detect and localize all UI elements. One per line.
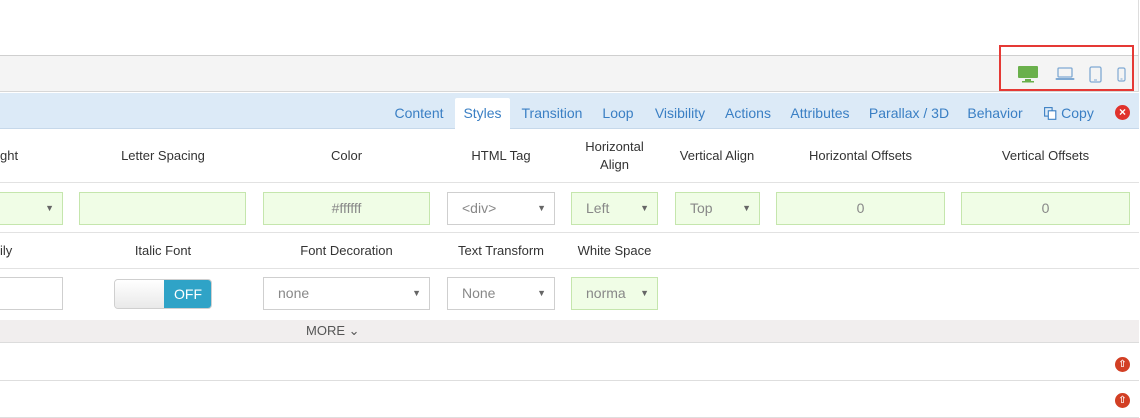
copy-icon — [1044, 100, 1057, 131]
letter-spacing-label: Letter Spacing — [121, 148, 205, 163]
list-row — [0, 343, 1139, 381]
font-decoration-select[interactable]: none ▼ — [263, 277, 430, 310]
color-input[interactable]: #ffffff — [263, 192, 430, 225]
vertical-offsets-input[interactable]: 0 — [961, 192, 1130, 225]
vertical-align-select[interactable]: Top ▼ — [675, 192, 760, 225]
horizontal-align-label-line2: Align — [600, 157, 629, 172]
white-space-label: White Space — [577, 243, 652, 258]
tab-copy[interactable]: Copy — [1040, 98, 1098, 129]
chevron-down-icon: ▼ — [412, 288, 421, 298]
more-bar — [0, 320, 1139, 343]
more-button[interactable]: MORE ⌄ — [306, 322, 360, 340]
italic-font-toggle[interactable]: OFF — [114, 279, 212, 309]
device-toolbar — [0, 56, 1139, 92]
font-family-input[interactable] — [0, 277, 63, 310]
text-transform-select[interactable]: None ▼ — [447, 277, 555, 310]
italic-font-label: Italic Font — [134, 243, 192, 258]
list-row — [0, 381, 1139, 418]
vertical-offsets-label: Vertical Offsets — [1001, 148, 1090, 163]
text-transform-label: Text Transform — [458, 243, 544, 258]
vertical-align-label: Vertical Align — [679, 148, 755, 163]
horizontal-offsets-label: Horizontal Offsets — [808, 148, 913, 163]
tablet-icon[interactable] — [1087, 64, 1103, 84]
mobile-icon[interactable] — [1114, 64, 1128, 84]
chevron-down-icon: ▼ — [537, 203, 546, 213]
horizontal-align-label-line1: Horizontal — [585, 139, 644, 154]
tab-visibility[interactable]: Visibility — [651, 98, 709, 129]
chevron-down-icon: ▼ — [45, 203, 54, 213]
white-space-select[interactable]: norma ▼ — [571, 277, 658, 310]
move-up-icon[interactable]: ⇧ — [1115, 357, 1130, 372]
chevron-down-icon: ▼ — [537, 288, 546, 298]
chevron-down-icon: ▼ — [742, 203, 751, 213]
tab-content[interactable]: Content — [388, 98, 450, 129]
laptop-icon[interactable] — [1053, 64, 1077, 84]
tab-styles[interactable]: Styles — [455, 98, 510, 129]
canvas-top-area — [0, 0, 1139, 56]
chevron-down-icon: ▼ — [640, 203, 649, 213]
font-weight-label: ght — [0, 148, 19, 163]
toggle-knob — [115, 280, 165, 308]
html-tag-label: HTML Tag — [471, 148, 531, 163]
tab-transition[interactable]: Transition — [518, 98, 586, 129]
letter-spacing-input[interactable] — [79, 192, 246, 225]
font-decoration-label: Font Decoration — [300, 243, 393, 258]
horizontal-offsets-input[interactable]: 0 — [776, 192, 945, 225]
tab-copy-label: Copy — [1061, 105, 1094, 121]
tab-loop[interactable]: Loop — [598, 98, 638, 129]
color-label: Color — [330, 148, 363, 163]
move-up-icon[interactable]: ⇧ — [1115, 393, 1130, 408]
toggle-off-label: OFF — [164, 280, 211, 308]
font-family-label: ily — [0, 243, 13, 258]
tab-parallax-3d[interactable]: Parallax / 3D — [866, 98, 952, 129]
tab-attributes[interactable]: Attributes — [787, 98, 853, 129]
chevron-down-icon: ▼ — [640, 288, 649, 298]
desktop-icon[interactable] — [1016, 64, 1040, 84]
horizontal-align-select[interactable]: Left ▼ — [571, 192, 658, 225]
tab-behavior[interactable]: Behavior — [964, 98, 1026, 129]
tab-actions[interactable]: Actions — [721, 98, 775, 129]
html-tag-select[interactable]: <div> ▼ — [447, 192, 555, 225]
close-icon[interactable]: × — [1115, 105, 1130, 120]
font-weight-select[interactable]: ▼ — [0, 192, 63, 225]
